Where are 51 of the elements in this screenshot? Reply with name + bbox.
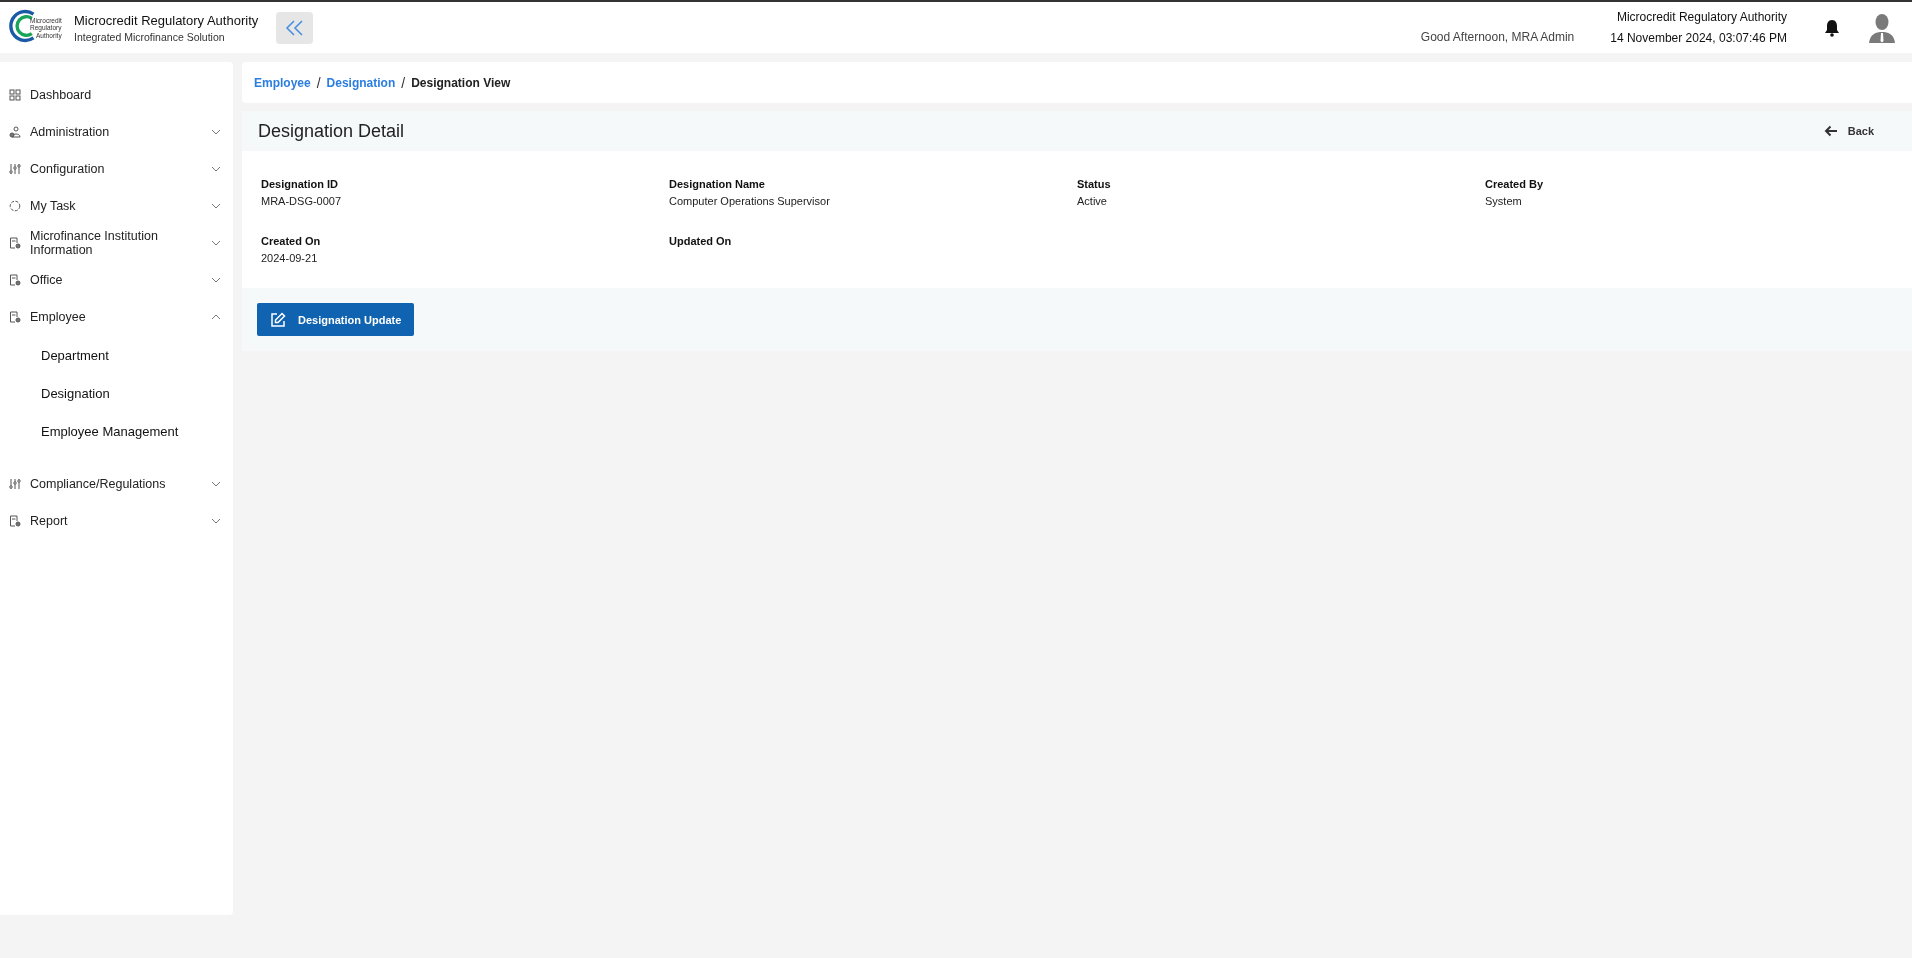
field-value: 2024-09-21 <box>261 252 319 264</box>
breadcrumb-link[interactable]: Designation <box>326 75 396 90</box>
field-value: MRA-DSG-0007 <box>261 195 343 207</box>
field-label: Created On <box>261 235 322 247</box>
doc-icon <box>9 236 21 249</box>
grid-icon <box>9 88 21 101</box>
field-label: Designation Name <box>669 178 766 190</box>
people-icon <box>9 125 21 138</box>
sidebar-item[interactable]: My Task <box>0 187 233 224</box>
sliders-icon <box>9 162 21 175</box>
breadcrumb-link[interactable]: Employee <box>254 75 311 90</box>
field-label: Updated On <box>669 235 733 247</box>
notification-bell-icon[interactable] <box>1824 18 1840 37</box>
back-button[interactable]: Back <box>1817 124 1880 138</box>
organization-name: Microcredit Regulatory Authority <box>1616 10 1787 24</box>
field-label: Created By <box>1485 178 1545 190</box>
sidebar-subitem[interactable]: Designation <box>0 375 233 413</box>
sidebar-item[interactable]: Administration <box>0 113 233 150</box>
card-title: Designation Detail <box>258 120 405 142</box>
app-title: Microcredit Regulatory Authority <box>74 12 259 28</box>
field-label: Status <box>1077 178 1112 190</box>
field-label: Designation ID <box>261 178 339 190</box>
sidebar-item[interactable]: Configuration <box>0 150 233 187</box>
doc2-icon <box>9 310 21 323</box>
greeting-text: Good Afternoon, MRA Admin <box>1420 29 1575 44</box>
field-value: System <box>1485 195 1523 207</box>
field-value: Active <box>1077 195 1108 207</box>
circle-icon <box>9 199 21 212</box>
double-chevron-left-icon <box>284 18 305 37</box>
sidebar-item[interactable]: Microfinance Institution Information <box>0 224 233 261</box>
user-avatar-icon[interactable] <box>1868 12 1896 43</box>
designation-update-button[interactable]: Designation Update <box>257 303 415 336</box>
breadcrumb-separator: / <box>401 74 406 91</box>
sliders-icon <box>9 477 21 490</box>
breadcrumb-separator: / <box>316 74 321 91</box>
sidebar-item[interactable]: Compliance/Regulations <box>0 465 233 502</box>
arrow-left-icon <box>1823 125 1838 137</box>
doc-icon <box>9 273 21 286</box>
sidebar-item[interactable]: Employee <box>0 298 233 335</box>
field-value: Computer Operations Supervisor <box>669 195 831 207</box>
sidebar-item[interactable]: Dashboard <box>0 76 233 113</box>
app-subtitle: Integrated Microfinance Solution <box>74 30 226 43</box>
sidebar-item[interactable]: Office <box>0 261 233 298</box>
doc-icon <box>9 514 21 527</box>
sidebar-subitem[interactable]: Employee Management <box>0 413 233 451</box>
breadcrumb-current: Designation View <box>411 75 511 90</box>
collapse-sidebar-button[interactable] <box>276 11 314 44</box>
edit-icon <box>270 311 286 328</box>
sidebar-subitem[interactable]: Department <box>0 337 233 375</box>
date-time: 14 November 2024, 03:07:46 PM <box>1610 31 1787 45</box>
sidebar-item[interactable]: Report <box>0 502 233 539</box>
